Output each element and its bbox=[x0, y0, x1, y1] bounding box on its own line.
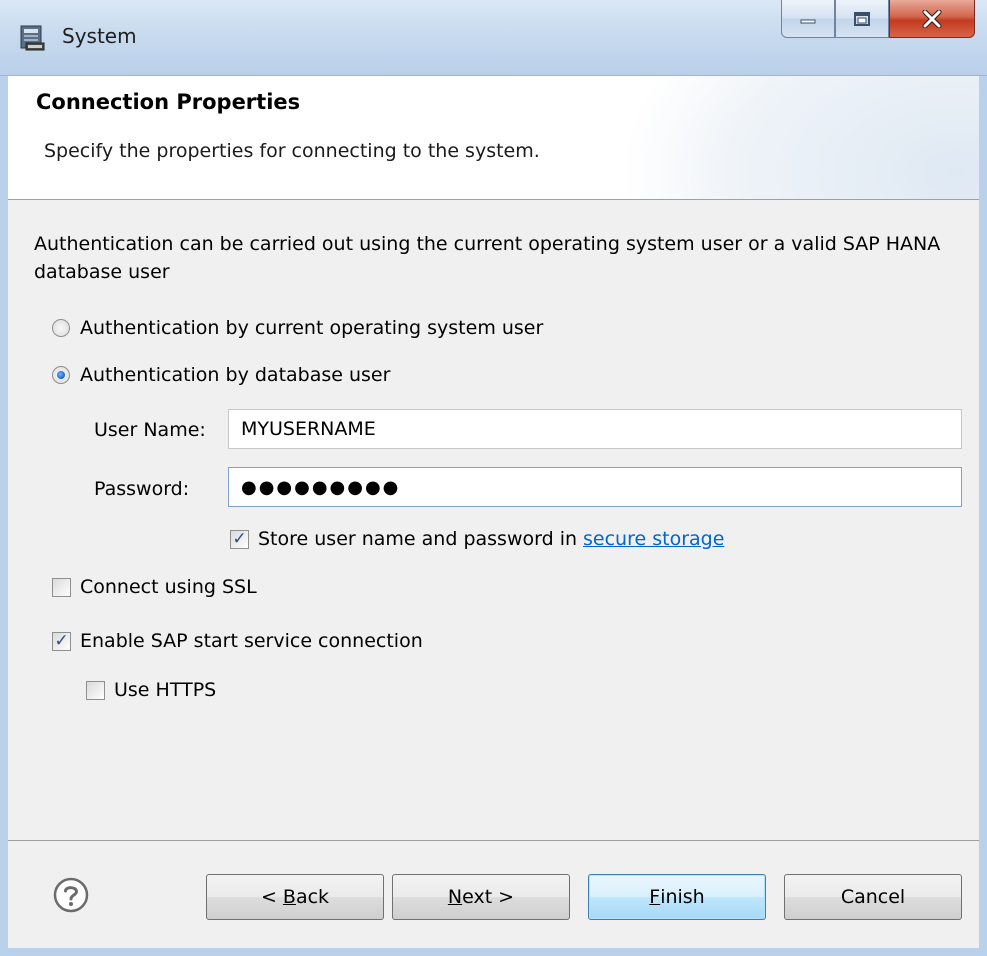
enable-sap-start-checkbox[interactable]: ✓ bbox=[52, 630, 71, 651]
cancel-button-label: Cancel bbox=[840, 886, 906, 908]
help-icon[interactable] bbox=[52, 876, 90, 914]
store-credentials-option[interactable]: ✓ Store user name and password in secure… bbox=[230, 528, 724, 550]
radio-db-user-label: Authentication by database user bbox=[80, 364, 391, 386]
cancel-button[interactable]: Cancel bbox=[784, 874, 962, 920]
maximize-button[interactable] bbox=[835, 0, 889, 38]
next-button[interactable]: Next > bbox=[392, 874, 570, 920]
finish-button[interactable]: Finish bbox=[588, 874, 766, 920]
connect-ssl-option[interactable]: ✓ Connect using SSL bbox=[52, 576, 257, 598]
radio-db-user[interactable]: Authentication by database user bbox=[52, 364, 390, 386]
back-button-label: ack bbox=[295, 886, 330, 908]
checkmark-icon: ✓ bbox=[54, 630, 69, 651]
close-icon bbox=[922, 9, 942, 28]
connect-ssl-checkbox[interactable]: ✓ bbox=[52, 577, 71, 597]
enable-sap-start-option[interactable]: ✓ Enable SAP start service connection bbox=[52, 630, 423, 652]
maximize-icon bbox=[854, 11, 870, 26]
radio-os-user[interactable]: Authentication by current operating syst… bbox=[52, 317, 543, 339]
back-button-prefix: < bbox=[260, 886, 283, 908]
store-credentials-label: Store user name and password in bbox=[258, 528, 578, 550]
finish-button-mnemonic: F bbox=[649, 886, 661, 908]
back-button[interactable]: < Back bbox=[206, 874, 384, 920]
store-credentials-checkbox[interactable]: ✓ bbox=[230, 528, 249, 549]
wizard-header: Connection Properties Specify the proper… bbox=[8, 76, 979, 200]
close-button[interactable] bbox=[889, 0, 975, 38]
user-name-value: MYUSERNAME bbox=[241, 418, 376, 440]
radio-db-user-indicator[interactable] bbox=[52, 366, 70, 384]
radio-os-user-indicator[interactable] bbox=[52, 319, 70, 337]
use-https-checkbox[interactable]: ✓ bbox=[86, 680, 105, 700]
window-title: System bbox=[62, 24, 137, 48]
use-https-option[interactable]: ✓ Use HTTPS bbox=[86, 679, 216, 701]
minimize-button[interactable] bbox=[781, 0, 835, 38]
next-button-mnemonic: N bbox=[447, 886, 463, 908]
intro-text: Authentication can be carried out using … bbox=[34, 233, 941, 283]
finish-button-label: inish bbox=[660, 886, 705, 908]
enable-sap-start-label: Enable SAP start service connection bbox=[80, 630, 423, 652]
user-name-field[interactable]: MYUSERNAME bbox=[228, 409, 962, 449]
password-value: ●●●●●●●●● bbox=[241, 476, 401, 498]
secure-storage-link[interactable]: secure storage bbox=[583, 528, 724, 550]
password-label: Password: bbox=[94, 478, 190, 500]
caption-buttons bbox=[781, 0, 975, 40]
user-name-label: User Name: bbox=[94, 419, 206, 441]
radio-os-user-label: Authentication by current operating syst… bbox=[80, 317, 544, 339]
dialog-window: System Connection Properties Specify the… bbox=[0, 0, 987, 956]
minimize-icon bbox=[800, 19, 816, 23]
password-field[interactable]: ●●●●●●●●● bbox=[228, 467, 962, 507]
page-title: Connection Properties bbox=[36, 90, 301, 114]
title-bar[interactable]: System bbox=[0, 0, 987, 76]
footer-separator bbox=[8, 840, 979, 841]
next-button-label: ext > bbox=[462, 886, 515, 908]
header-decoration bbox=[619, 76, 979, 199]
back-button-mnemonic: B bbox=[282, 886, 296, 908]
connect-ssl-label: Connect using SSL bbox=[80, 576, 257, 598]
checkmark-icon: ✓ bbox=[232, 528, 247, 549]
page-description: Specify the properties for connecting to… bbox=[44, 140, 540, 162]
system-app-icon bbox=[20, 25, 45, 51]
use-https-label: Use HTTPS bbox=[114, 679, 217, 701]
